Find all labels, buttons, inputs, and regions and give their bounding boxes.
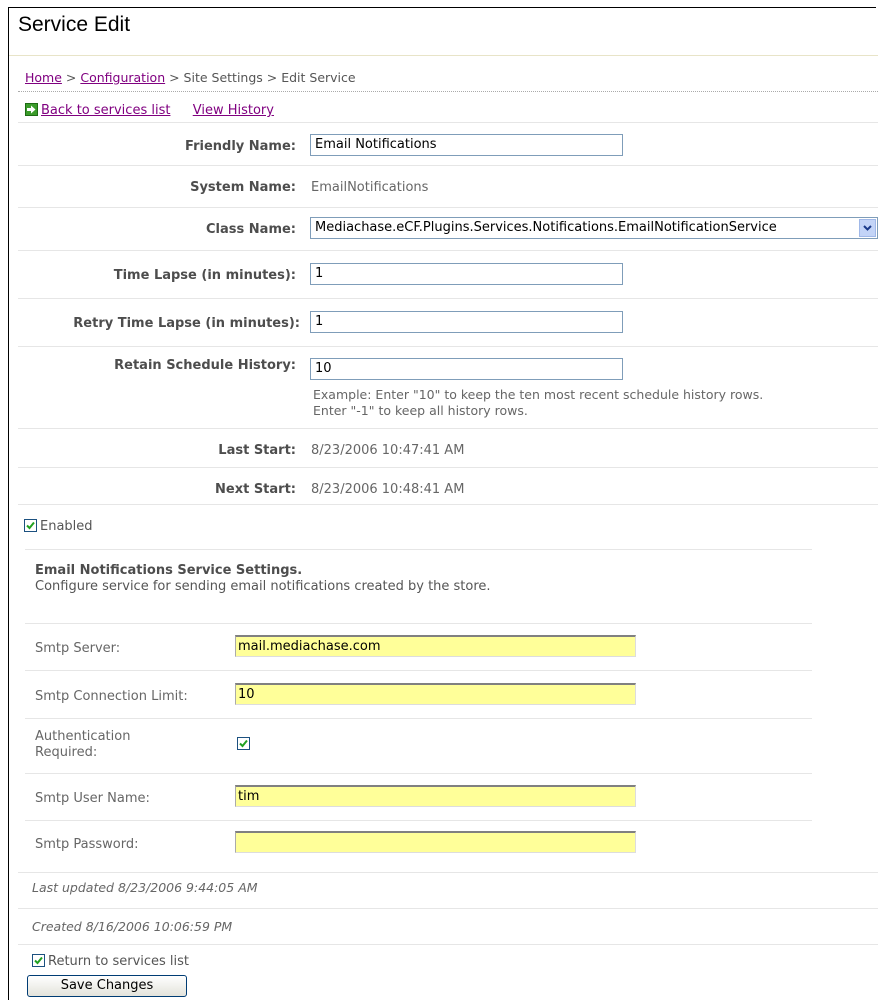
smtp-limit-label: Smtp Connection Limit:	[35, 689, 188, 704]
smtp-server-input[interactable]: mail.mediachase.com	[235, 635, 636, 657]
divider	[18, 165, 878, 166]
smtp-limit-input[interactable]: 10	[235, 683, 636, 705]
class-name-selected: Mediachase.eCF.Plugins.Services.Notifica…	[315, 220, 777, 235]
breadcrumb-home-link[interactable]: Home	[25, 70, 62, 85]
divider	[18, 467, 878, 468]
auth-required-label: Authentication Required:	[35, 729, 130, 761]
divider	[18, 250, 878, 251]
retry-time-lapse-input[interactable]: 1	[310, 311, 623, 333]
settings-title: Email Notifications Service Settings.	[35, 563, 303, 578]
action-links: Back to services list View History	[41, 103, 274, 118]
system-name-value: EmailNotifications	[311, 180, 429, 195]
page-title: Service Edit	[18, 13, 131, 36]
retain-history-help: Example: Enter "10" to keep the ten most…	[313, 387, 763, 419]
divider	[25, 623, 812, 624]
divider	[18, 944, 878, 945]
settings-description: Configure service for sending email noti…	[35, 579, 491, 594]
divider	[18, 428, 878, 429]
divider	[18, 872, 878, 873]
friendly-name-label: Friendly Name:	[185, 139, 296, 154]
divider	[25, 773, 812, 774]
breadcrumb-divider	[18, 91, 878, 92]
breadcrumb: Home > Configuration > Site Settings > E…	[25, 70, 356, 85]
smtp-user-input[interactable]: tim	[235, 785, 636, 807]
class-name-label: Class Name:	[206, 222, 296, 237]
back-to-services-link[interactable]: Back to services list	[41, 103, 170, 118]
retain-history-input[interactable]: 10	[310, 358, 623, 380]
help-line: Example: Enter "10" to keep the ten most…	[313, 387, 764, 402]
last-updated-text: Last updated 8/23/2006 9:44:05 AM	[32, 880, 258, 895]
save-changes-button[interactable]: Save Changes	[27, 975, 187, 997]
smtp-user-label: Smtp User Name:	[35, 791, 150, 806]
retain-history-label: Retain Schedule History:	[114, 358, 296, 373]
divider	[25, 820, 812, 821]
last-start-value: 8/23/2006 10:47:41 AM	[311, 443, 465, 458]
time-lapse-input[interactable]: 1	[310, 263, 623, 285]
title-divider	[9, 55, 878, 56]
smtp-password-label: Smtp Password:	[35, 837, 139, 852]
time-lapse-label: Time Lapse (in minutes):	[113, 268, 296, 283]
breadcrumb-current: > Site Settings > Edit Service	[165, 70, 356, 85]
class-name-select[interactable]: Mediachase.eCF.Plugins.Services.Notifica…	[310, 217, 878, 239]
back-arrow-icon[interactable]	[25, 103, 38, 116]
next-start-value: 8/23/2006 10:48:41 AM	[311, 482, 465, 497]
return-to-list-checkbox[interactable]	[32, 954, 45, 967]
chevron-down-icon[interactable]	[859, 219, 876, 237]
next-start-label: Next Start:	[215, 482, 296, 497]
auth-label-line: Required:	[35, 745, 98, 760]
divider	[18, 122, 878, 123]
divider	[18, 346, 878, 347]
divider	[18, 504, 878, 505]
created-text: Created 8/16/2006 10:06:59 PM	[32, 919, 233, 934]
view-history-link[interactable]: View History	[193, 103, 274, 118]
smtp-server-label: Smtp Server:	[35, 641, 121, 656]
help-line: Enter "-1" to keep all history rows.	[313, 403, 528, 418]
auth-label-line: Authentication	[35, 729, 131, 744]
last-start-label: Last Start:	[218, 443, 296, 458]
divider	[25, 549, 812, 550]
return-to-list-label: Return to services list	[48, 954, 190, 969]
system-name-label: System Name:	[190, 180, 296, 195]
enabled-label: Enabled	[40, 519, 93, 534]
auth-required-checkbox[interactable]	[237, 737, 250, 750]
divider	[18, 207, 878, 208]
divider	[25, 670, 812, 671]
friendly-name-input[interactable]: Email Notifications	[310, 134, 623, 156]
divider	[25, 718, 812, 719]
retry-time-lapse-label: Retry Time Lapse (in minutes):	[73, 316, 300, 331]
enabled-checkbox[interactable]	[24, 519, 37, 532]
divider	[18, 908, 878, 909]
breadcrumb-separator: >	[61, 70, 81, 85]
breadcrumb-configuration-link[interactable]: Configuration	[80, 70, 165, 85]
smtp-password-input[interactable]	[235, 831, 636, 853]
divider	[18, 298, 878, 299]
